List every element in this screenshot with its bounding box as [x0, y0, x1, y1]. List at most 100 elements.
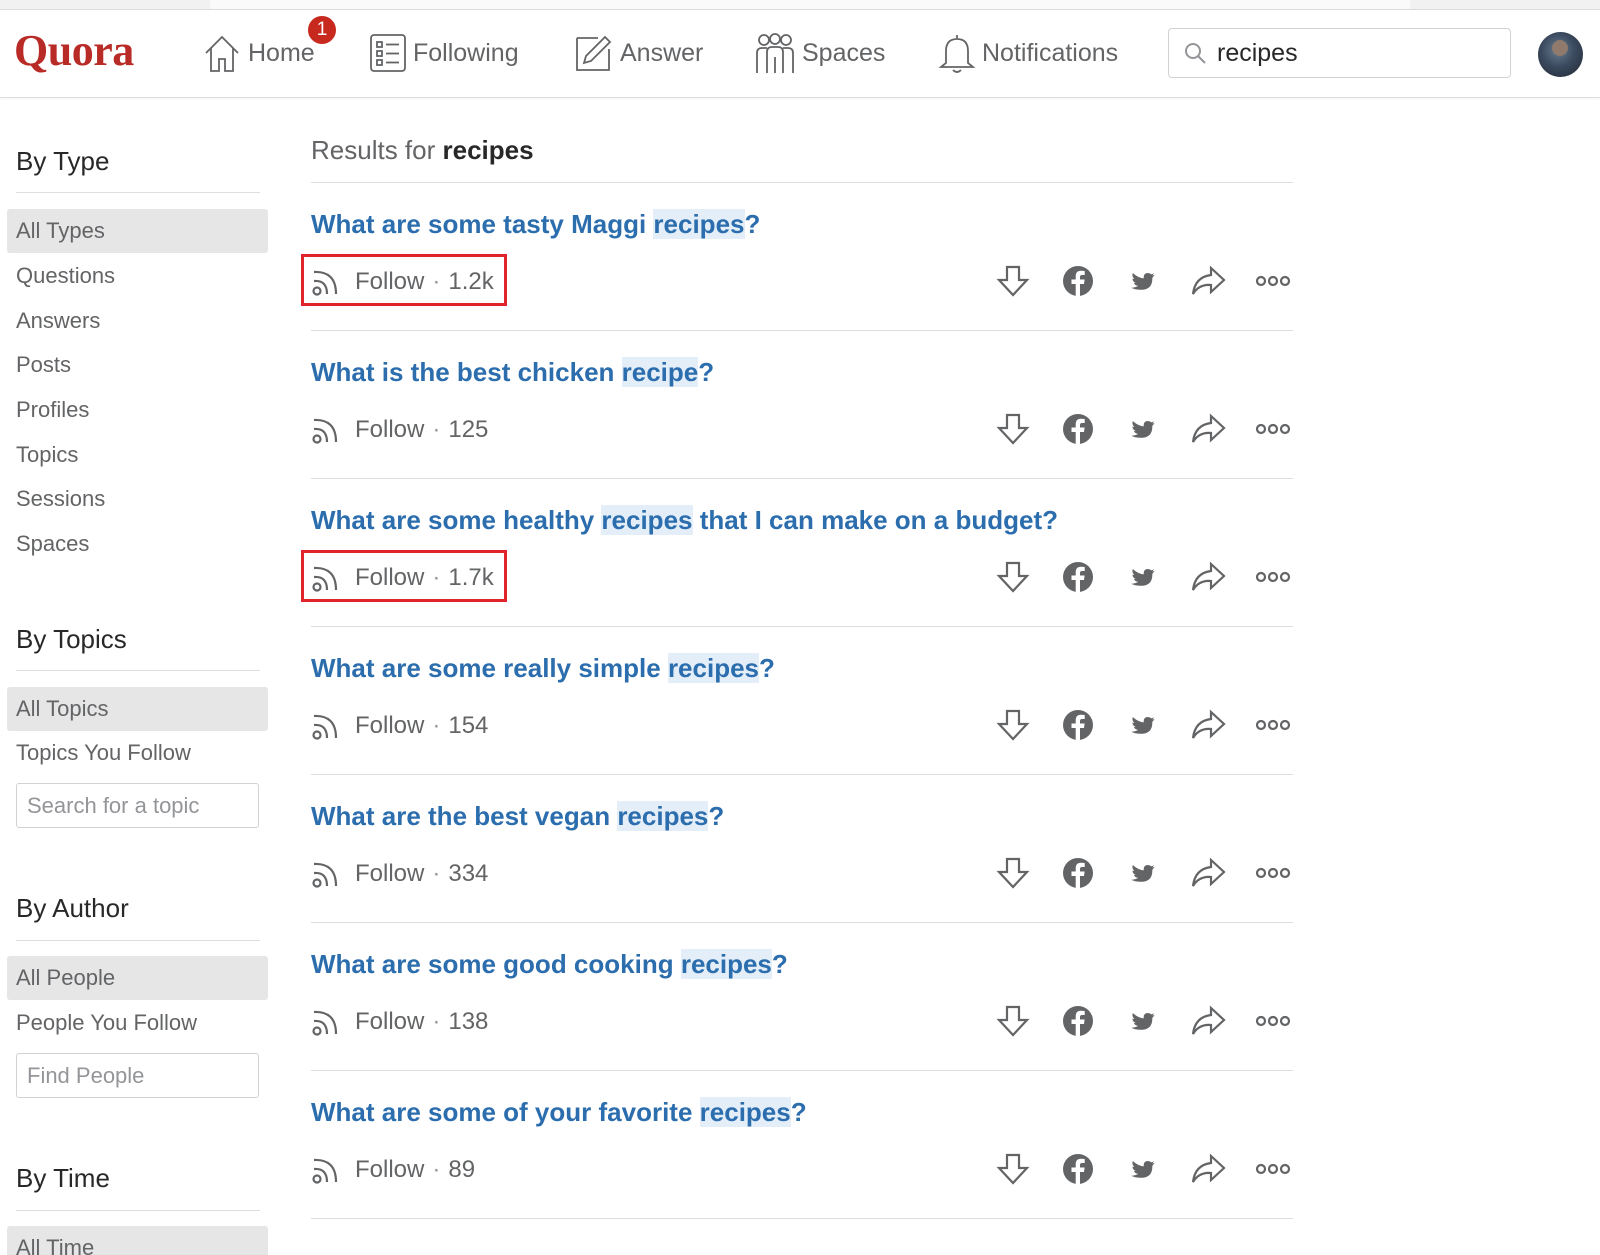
more-options-button[interactable]	[1253, 409, 1293, 449]
downvote-button[interactable]	[993, 261, 1033, 301]
more-options-icon	[1255, 423, 1291, 435]
filter-profiles[interactable]: Profiles	[7, 388, 268, 432]
follower-count: 138	[448, 1008, 489, 1035]
share-button[interactable]	[1188, 1001, 1228, 1041]
search-bar[interactable]	[1168, 28, 1511, 78]
share-arrow-icon	[1191, 857, 1226, 887]
result-actions	[968, 1001, 1293, 1041]
more-options-button[interactable]	[1253, 853, 1293, 893]
question-title[interactable]: What is the best chicken recipe?	[311, 357, 714, 388]
follow-rss-icon	[312, 1158, 338, 1184]
facebook-share-button[interactable]	[1058, 261, 1098, 301]
follow-button[interactable]: Follow · 154	[311, 709, 488, 743]
twitter-share-button[interactable]	[1123, 853, 1163, 893]
filter-people-you-follow[interactable]: People You Follow	[7, 1001, 268, 1045]
follower-count: 125	[448, 416, 489, 443]
people-search-input[interactable]	[16, 1053, 259, 1098]
facebook-share-button[interactable]	[1058, 1149, 1098, 1189]
nav-following[interactable]: Following	[369, 28, 519, 78]
filter-topics-you-follow[interactable]: Topics You Follow	[7, 731, 268, 775]
more-options-button[interactable]	[1253, 1149, 1293, 1189]
share-arrow-icon	[1191, 413, 1226, 443]
facebook-share-button[interactable]	[1058, 853, 1098, 893]
share-arrow-icon	[1191, 1005, 1226, 1035]
filter-posts[interactable]: Posts	[7, 343, 268, 387]
filter-all-topics[interactable]: All Topics	[7, 687, 268, 731]
user-avatar[interactable]	[1538, 32, 1583, 77]
nav-notifications-label: Notifications	[982, 38, 1119, 67]
nav-following-label: Following	[413, 38, 519, 67]
share-button[interactable]	[1188, 853, 1228, 893]
search-input[interactable]	[1217, 38, 1497, 68]
topic-search-input[interactable]	[16, 783, 259, 828]
follower-count: 89	[448, 1156, 476, 1183]
filter-sessions[interactable]: Sessions	[7, 477, 268, 521]
downvote-button[interactable]	[993, 557, 1033, 597]
twitter-share-button[interactable]	[1123, 261, 1163, 301]
question-title[interactable]: What are some really simple recipes?	[311, 653, 775, 684]
more-options-icon	[1255, 1163, 1291, 1175]
more-options-button[interactable]	[1253, 557, 1293, 597]
filter-spaces[interactable]: Spaces	[7, 522, 268, 566]
question-title[interactable]: What are some of your favorite recipes?	[311, 1097, 807, 1128]
question-title[interactable]: What are some good cooking recipes?	[311, 949, 788, 980]
nav-spaces-label: Spaces	[802, 38, 886, 67]
share-button[interactable]	[1188, 409, 1228, 449]
facebook-share-button[interactable]	[1058, 705, 1098, 745]
quora-logo[interactable]: Quora	[14, 25, 134, 76]
by-topics-heading: By Topics	[16, 624, 127, 654]
question-title[interactable]: What are the best vegan recipes?	[311, 801, 724, 832]
share-button[interactable]	[1188, 557, 1228, 597]
share-button[interactable]	[1188, 705, 1228, 745]
facebook-icon	[1063, 858, 1093, 888]
result-actions	[968, 1149, 1293, 1189]
question-title[interactable]: What are some healthy recipes that I can…	[311, 505, 1058, 536]
downvote-button[interactable]	[993, 1001, 1033, 1041]
by-time-heading: By Time	[16, 1163, 110, 1193]
twitter-share-button[interactable]	[1123, 1149, 1163, 1189]
twitter-icon	[1131, 865, 1155, 882]
facebook-icon	[1063, 1006, 1093, 1036]
filter-questions[interactable]: Questions	[7, 254, 268, 298]
follow-rss-icon	[312, 1010, 338, 1036]
follow-button[interactable]: Follow · 138	[311, 1005, 488, 1039]
twitter-icon	[1131, 569, 1155, 586]
filter-all-time[interactable]: All Time	[7, 1226, 268, 1255]
more-options-button[interactable]	[1253, 261, 1293, 301]
downvote-button[interactable]	[993, 705, 1033, 745]
separator-dot: ·	[432, 1156, 441, 1183]
question-title[interactable]: What are some tasty Maggi recipes?	[311, 209, 760, 240]
nav-home[interactable]: Home	[202, 28, 315, 78]
home-icon	[205, 35, 239, 72]
facebook-share-button[interactable]	[1058, 1001, 1098, 1041]
more-options-button[interactable]	[1253, 1001, 1293, 1041]
filter-all-people[interactable]: All People	[7, 956, 268, 1000]
twitter-share-button[interactable]	[1123, 705, 1163, 745]
nav-answer[interactable]: Answer	[574, 28, 703, 78]
share-button[interactable]	[1188, 1149, 1228, 1189]
results-heading: Results for recipes	[311, 135, 534, 166]
facebook-share-button[interactable]	[1058, 557, 1098, 597]
facebook-share-button[interactable]	[1058, 409, 1098, 449]
twitter-share-button[interactable]	[1123, 557, 1163, 597]
downvote-button[interactable]	[993, 409, 1033, 449]
facebook-icon	[1063, 414, 1093, 444]
nav-spaces[interactable]: Spaces	[754, 28, 885, 78]
follow-button[interactable]: Follow · 125	[311, 413, 488, 447]
twitter-share-button[interactable]	[1123, 409, 1163, 449]
twitter-share-button[interactable]	[1123, 1001, 1163, 1041]
downvote-button[interactable]	[993, 853, 1033, 893]
more-options-icon	[1255, 275, 1291, 287]
share-button[interactable]	[1188, 261, 1228, 301]
filter-all-types[interactable]: All Types	[7, 209, 268, 253]
downvote-button[interactable]	[993, 1149, 1033, 1189]
more-options-button[interactable]	[1253, 705, 1293, 745]
nav-notifications[interactable]: Notifications	[938, 28, 1118, 78]
follow-button[interactable]: Follow · 334	[311, 857, 488, 891]
filter-answers[interactable]: Answers	[7, 299, 268, 343]
twitter-icon	[1131, 1161, 1155, 1178]
results-prefix: Results for	[311, 135, 436, 165]
filter-topics[interactable]: Topics	[7, 433, 268, 477]
follow-button[interactable]: Follow · 89	[311, 1153, 475, 1187]
search-term-highlight: recipes	[601, 505, 693, 535]
